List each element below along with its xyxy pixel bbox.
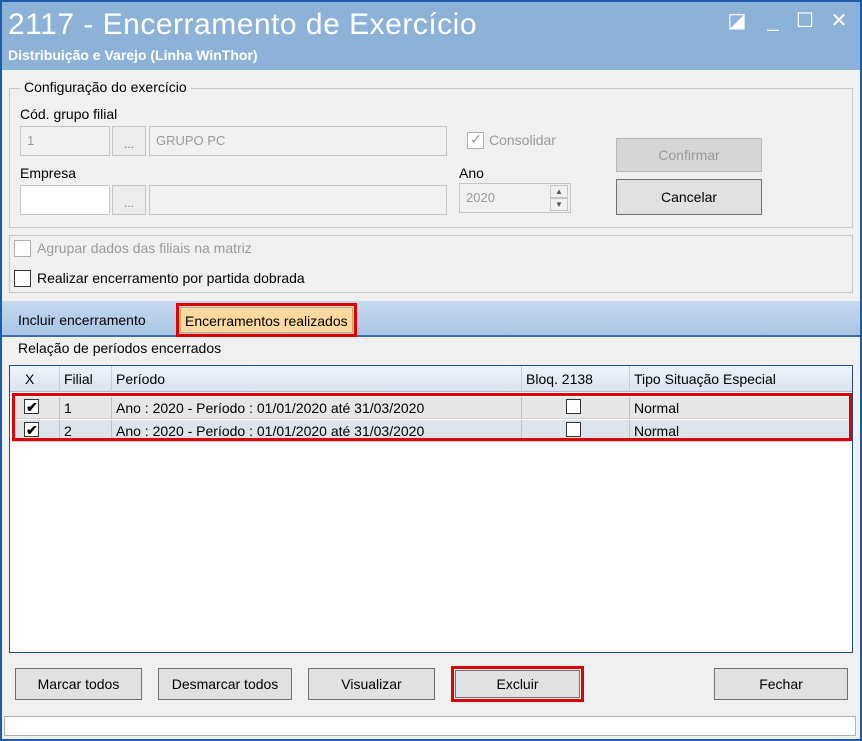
close-button[interactable]: ✕ — [826, 8, 852, 34]
excluir-button[interactable]: Excluir — [451, 666, 584, 702]
tab-incluir-encerramento[interactable]: Incluir encerramento — [14, 307, 150, 333]
tab-encerramentos-realizados[interactable]: Encerramentos realizados — [176, 303, 357, 337]
agrupar-checkbox[interactable] — [14, 240, 31, 257]
config-groupbox: Configuração do exercício Cód. grupo fil… — [9, 79, 853, 228]
empresa-lookup-button[interactable]: ... — [112, 185, 146, 215]
consolidar-checkbox[interactable]: ✓ — [467, 131, 484, 149]
desmarcar-todos-button[interactable]: Desmarcar todos — [158, 668, 292, 700]
empresa-name-field — [149, 185, 447, 215]
partida-dobrada-checkbox[interactable] — [14, 270, 31, 287]
cod-grupo-label: Cód. grupo filial — [20, 106, 118, 122]
grupo-name-field: GRUPO PC — [149, 126, 447, 156]
cancelar-button[interactable]: Cancelar — [616, 179, 762, 215]
marcar-todos-button[interactable]: Marcar todos — [15, 668, 142, 700]
spin-down-icon[interactable]: ▼ — [550, 198, 568, 211]
ano-label: Ano — [459, 165, 484, 181]
fechar-button[interactable]: Fechar — [714, 668, 848, 700]
ano-spinner[interactable]: 2020 ▲ ▼ — [459, 183, 571, 213]
partida-dobrada-label: Realizar encerramento por partida dobrad… — [37, 270, 305, 286]
minimize-button[interactable]: _ — [760, 8, 786, 34]
maximize-button[interactable]: ☐ — [792, 8, 818, 34]
main-window: 2117 - Encerramento de Exercício Distrib… — [0, 0, 862, 741]
ano-value: 2020 — [466, 190, 495, 205]
consolidar-label: Consolidar — [489, 132, 556, 148]
options-groupbox: Agrupar dados das filiais na matriz Real… — [9, 235, 853, 293]
config-group-title: Configuração do exercício — [20, 79, 191, 95]
column-header-filial[interactable]: Filial — [60, 366, 112, 392]
grid-header: X Filial Período Bloq. 2138 Tipo Situaçã… — [10, 366, 852, 392]
spin-up-icon[interactable]: ▲ — [550, 185, 568, 198]
confirmar-button[interactable]: Confirmar — [616, 138, 762, 172]
window-subtitle: Distribuição e Varejo (Linha WinThor) — [8, 47, 258, 63]
tab-strip: Incluir encerramento Encerramentos reali… — [2, 301, 860, 337]
agrupar-label: Agrupar dados das filiais na matriz — [37, 240, 252, 256]
periods-grid: X Filial Período Bloq. 2138 Tipo Situaçã… — [9, 365, 853, 653]
column-header-bloq[interactable]: Bloq. 2138 — [522, 366, 630, 392]
window-title: 2117 - Encerramento de Exercício — [8, 8, 478, 41]
footer-bar: Marcar todos Desmarcar todos Visualizar … — [2, 653, 860, 713]
empresa-label: Empresa — [20, 165, 77, 181]
rows-highlight — [12, 393, 852, 441]
title-bar[interactable]: 2117 - Encerramento de Exercício Distrib… — [2, 2, 860, 70]
list-title: Relação de períodos encerrados — [18, 340, 222, 356]
column-header-x[interactable]: X — [10, 366, 60, 392]
visualizar-button[interactable]: Visualizar — [308, 668, 435, 700]
cod-grupo-lookup-button[interactable]: ... — [112, 126, 146, 156]
cod-grupo-input[interactable]: 1 — [20, 126, 110, 156]
restore-layout-icon[interactable]: ◪ — [724, 8, 750, 34]
check-icon: ✓ — [470, 131, 482, 147]
status-bar — [4, 716, 856, 736]
column-header-tipo[interactable]: Tipo Situação Especial — [630, 366, 852, 392]
window-content: Configuração do exercício Cód. grupo fil… — [2, 70, 860, 739]
column-header-periodo[interactable]: Período — [112, 366, 522, 392]
empresa-input[interactable] — [20, 185, 110, 215]
